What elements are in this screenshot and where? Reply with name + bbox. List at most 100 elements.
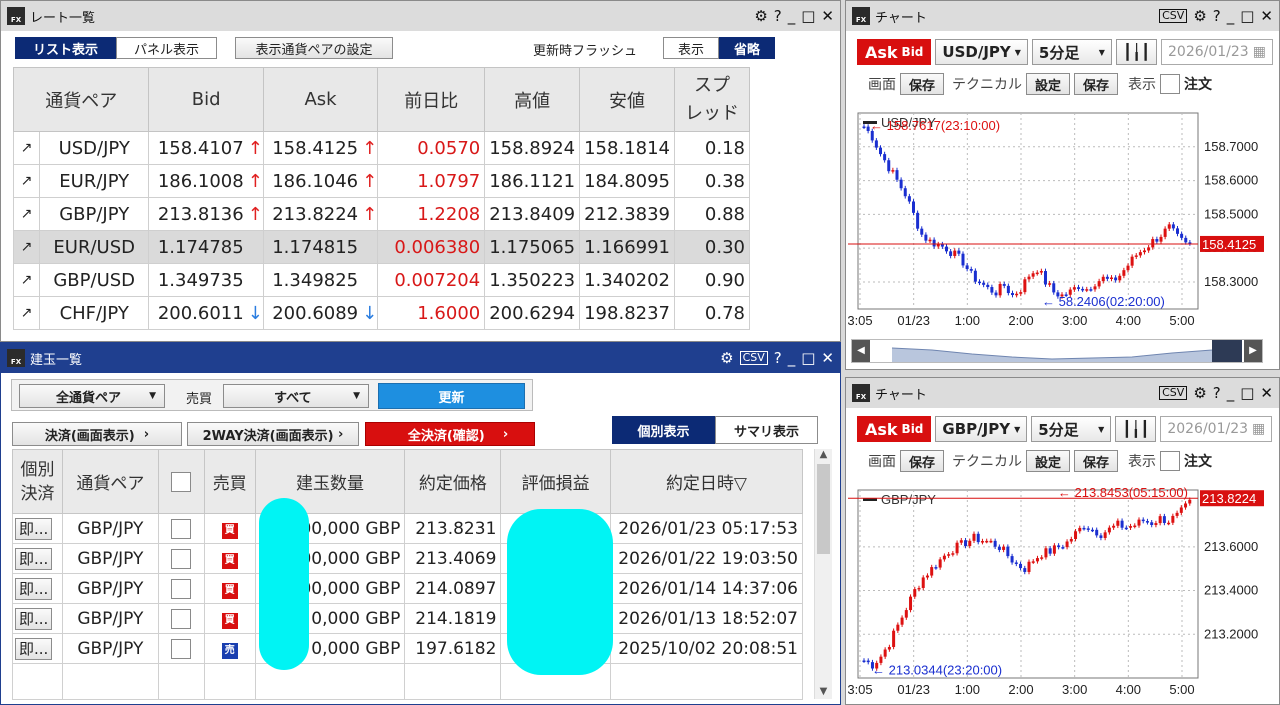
- timeframe-dropdown[interactable]: 5分足 ▼: [1031, 39, 1112, 65]
- col-pair[interactable]: 通貨ペア: [61, 449, 159, 514]
- row-checkbox[interactable]: [171, 518, 192, 539]
- help-icon[interactable]: ?: [774, 349, 782, 367]
- close-icon[interactable]: ✕: [821, 7, 834, 25]
- row-checkbox[interactable]: [171, 578, 192, 599]
- scroll-right-icon[interactable]: ▶: [1244, 340, 1262, 362]
- order-checkbox[interactable]: [1160, 74, 1181, 94]
- technical-save-button[interactable]: 保存: [1074, 73, 1119, 95]
- help-icon[interactable]: ?: [1213, 7, 1221, 25]
- vertical-scrollbar[interactable]: ▲ ▼: [814, 449, 832, 699]
- chart-type-dropdown[interactable]: ┃╽┃: [1115, 39, 1158, 65]
- ask-bid-toggle[interactable]: Ask Bid: [857, 39, 932, 65]
- rate-row[interactable]: ↗ GBP/JPY 213.8136 ↑ 213.8224 ↑ 1.2208 213.8409…: [13, 197, 750, 231]
- gbpjpy-candlestick-chart[interactable]: 3:05 01/23 1:00 2:00 3:00 4:00 5:00 213.6000 213…: [848, 486, 1280, 705]
- minimize-icon[interactable]: _: [788, 7, 796, 25]
- ask-cell[interactable]: 200.6089: [262, 296, 363, 330]
- refresh-button[interactable]: 更新: [378, 383, 525, 409]
- scroll-up-icon[interactable]: ▲: [815, 449, 832, 460]
- range-handle[interactable]: [1212, 340, 1242, 362]
- position-row[interactable]: 即... GBP/JPY 買 00,000 GBP 213.4069 2026/01/22…: [12, 543, 804, 574]
- summary-view-tab[interactable]: サマリ表示: [715, 416, 818, 444]
- flash-omit-button[interactable]: 省略: [719, 37, 775, 59]
- csv-icon[interactable]: CSV: [739, 351, 768, 365]
- ask-cell[interactable]: 1.174815: [262, 230, 363, 264]
- settings-icon[interactable]: ⚙: [720, 349, 733, 367]
- position-row[interactable]: 即... GBP/JPY 買 00,000 GBP 214.0897 2026/01/14…: [12, 573, 804, 604]
- rate-row[interactable]: ↗ CHF/JPY 200.6011 ↓ 200.6089 ↓ 1.6000 200.6294…: [13, 296, 750, 330]
- col-change[interactable]: 前日比: [377, 67, 486, 132]
- col-bid[interactable]: Bid: [148, 67, 264, 132]
- chart-link-icon[interactable]: ↗: [13, 230, 40, 264]
- order-checkbox[interactable]: [1160, 451, 1181, 471]
- chart-titlebar[interactable]: FX チャート CSV ⚙ ? _ □ ✕: [846, 378, 1279, 408]
- flash-show-button[interactable]: 表示: [663, 37, 719, 59]
- technical-settings-button[interactable]: 設定: [1026, 450, 1071, 472]
- maximize-icon[interactable]: □: [1240, 384, 1254, 402]
- maximize-icon[interactable]: □: [1240, 7, 1254, 25]
- rate-row[interactable]: ↗ GBP/USD 1.349735 1.349825 0.007204 1.350223…: [13, 263, 750, 297]
- instant-settle-button[interactable]: 即...: [15, 547, 53, 570]
- screen-save-button[interactable]: 保存: [900, 73, 945, 95]
- rate-row[interactable]: ↗ EUR/USD 1.174785 1.174815 0.006380 1.175065…: [13, 230, 750, 264]
- chart-scroll-nav[interactable]: ◀ ▶: [851, 339, 1263, 363]
- ask-cell[interactable]: 186.1046: [262, 164, 363, 198]
- minimize-icon[interactable]: _: [788, 349, 796, 367]
- ask-bid-toggle[interactable]: Ask Bid: [857, 416, 932, 442]
- technical-save-button[interactable]: 保存: [1074, 450, 1119, 472]
- chart-link-icon[interactable]: ↗: [13, 197, 40, 231]
- bid-cell[interactable]: 200.6011: [148, 296, 248, 330]
- close-icon[interactable]: ✕: [821, 349, 834, 367]
- col-individual-settle[interactable]: 個別 決済: [12, 449, 63, 514]
- chart-link-icon[interactable]: ↗: [13, 296, 40, 330]
- close-icon[interactable]: ✕: [1260, 7, 1273, 25]
- help-icon[interactable]: ?: [1213, 384, 1221, 402]
- settle-2way-button[interactable]: 2WAY決済(画面表示) ›: [187, 422, 359, 446]
- col-ask[interactable]: Ask: [262, 67, 379, 132]
- position-row[interactable]: 即... GBP/JPY 買 00,000 GBP 213.8231 2026/01/23…: [12, 513, 804, 544]
- maximize-icon[interactable]: □: [801, 349, 815, 367]
- chart-titlebar[interactable]: FX チャート CSV ⚙ ? _ □ ✕: [846, 1, 1279, 31]
- timeframe-dropdown[interactable]: 5分足 ▼: [1031, 416, 1112, 442]
- minimize-icon[interactable]: _: [1227, 384, 1235, 402]
- col-datetime[interactable]: 約定日時▽: [609, 449, 804, 514]
- col-select-all[interactable]: [157, 449, 205, 514]
- list-view-tab[interactable]: リスト表示: [15, 37, 116, 59]
- bid-cell[interactable]: 1.174785: [148, 230, 248, 264]
- chart-type-dropdown[interactable]: ┃╽┃: [1115, 416, 1157, 442]
- pair-filter-dropdown[interactable]: 全通貨ペア ▼: [19, 384, 165, 408]
- row-checkbox[interactable]: [171, 638, 192, 659]
- side-filter-dropdown[interactable]: すべて ▼: [223, 384, 369, 408]
- position-row[interactable]: 即... GBP/JPY 売 0,000 GBP 197.6182 2025/10/02 …: [12, 633, 804, 664]
- ask-cell[interactable]: 158.4125: [262, 131, 363, 165]
- settle-screen-button[interactable]: 決済(画面表示) ›: [12, 422, 182, 446]
- col-low[interactable]: 安値: [579, 67, 675, 132]
- bid-cell[interactable]: 213.8136: [148, 197, 248, 231]
- position-row[interactable]: 即... GBP/JPY 買 0,000 GBP 214.1819 2026/01/13 …: [12, 603, 804, 634]
- help-icon[interactable]: ?: [774, 7, 782, 25]
- bid-cell[interactable]: 158.4107: [148, 131, 248, 165]
- col-side[interactable]: 売買: [203, 449, 256, 514]
- screen-save-button[interactable]: 保存: [900, 450, 945, 472]
- ask-cell[interactable]: 1.349825: [262, 263, 363, 297]
- instant-settle-button[interactable]: 即...: [15, 637, 53, 660]
- csv-icon[interactable]: CSV: [1159, 386, 1188, 400]
- instant-settle-button[interactable]: 即...: [15, 517, 53, 540]
- col-high[interactable]: 高値: [484, 67, 581, 132]
- ask-cell[interactable]: 213.8224: [262, 197, 363, 231]
- row-checkbox[interactable]: [171, 548, 192, 569]
- chart-link-icon[interactable]: ↗: [13, 164, 40, 198]
- instant-settle-button[interactable]: 即...: [15, 607, 53, 630]
- rate-row[interactable]: ↗ USD/JPY 158.4107 ↑ 158.4125 ↑ 0.0570 158.8924…: [13, 131, 750, 165]
- select-all-checkbox[interactable]: [171, 471, 192, 492]
- scroll-down-icon[interactable]: ▼: [815, 686, 832, 697]
- bid-cell[interactable]: 1.349735: [148, 263, 248, 297]
- row-checkbox[interactable]: [171, 608, 192, 629]
- close-icon[interactable]: ✕: [1260, 384, 1273, 402]
- minimize-icon[interactable]: _: [1227, 7, 1235, 25]
- csv-icon[interactable]: CSV: [1159, 9, 1188, 23]
- date-field[interactable]: 2026/01/23 ▦: [1160, 416, 1273, 442]
- usdjpy-candlestick-chart[interactable]: 3:05 01/23 1:00 2:00 3:00 4:00 5:00 158.7000 158…: [848, 109, 1280, 334]
- rate-list-titlebar[interactable]: FX レート一覧 ⚙ ? _ □ ✕: [1, 1, 840, 31]
- settings-icon[interactable]: ⚙: [754, 7, 767, 25]
- col-spread[interactable]: スプ レッド: [674, 67, 750, 132]
